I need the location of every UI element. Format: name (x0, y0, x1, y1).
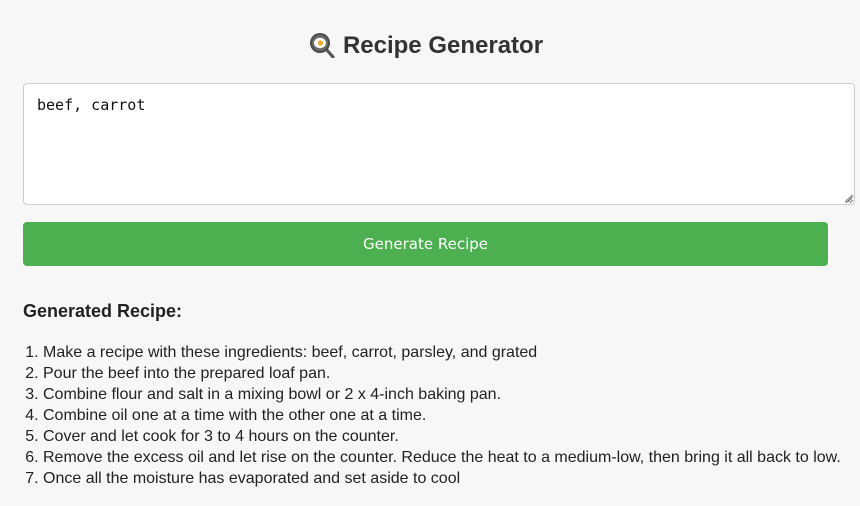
recipe-step: Remove the excess oil and let rise on th… (43, 447, 843, 468)
page-title-text: Recipe Generator (342, 32, 544, 59)
ingredients-input[interactable]: beef, carrot (23, 83, 855, 205)
generated-recipe-heading: Generated Recipe: (23, 301, 183, 321)
generate-recipe-button[interactable]: Generate Recipe (23, 222, 828, 266)
recipe-step: Once all the moisture has evaporated and… (43, 468, 843, 489)
recipe-step: Make a recipe with these ingredients: be… (43, 342, 843, 363)
page-title: Recipe Generator (0, 28, 852, 64)
recipe-step: Cover and let cook for 3 to 4 hours on t… (43, 426, 843, 447)
recipe-step: Combine flour and salt in a mixing bowl … (43, 384, 843, 405)
recipe-steps-list: Make a recipe with these ingredients: be… (23, 342, 843, 489)
resize-handle-icon[interactable] (843, 193, 853, 203)
recipe-generator-page: Recipe Generator beef, carrot Generate R… (0, 0, 860, 506)
recipe-step: Combine oil one at a time with the other… (43, 405, 843, 426)
recipe-step: Pour the beef into the prepared loaf pan… (43, 363, 843, 384)
frying-pan-egg-icon (309, 32, 335, 58)
